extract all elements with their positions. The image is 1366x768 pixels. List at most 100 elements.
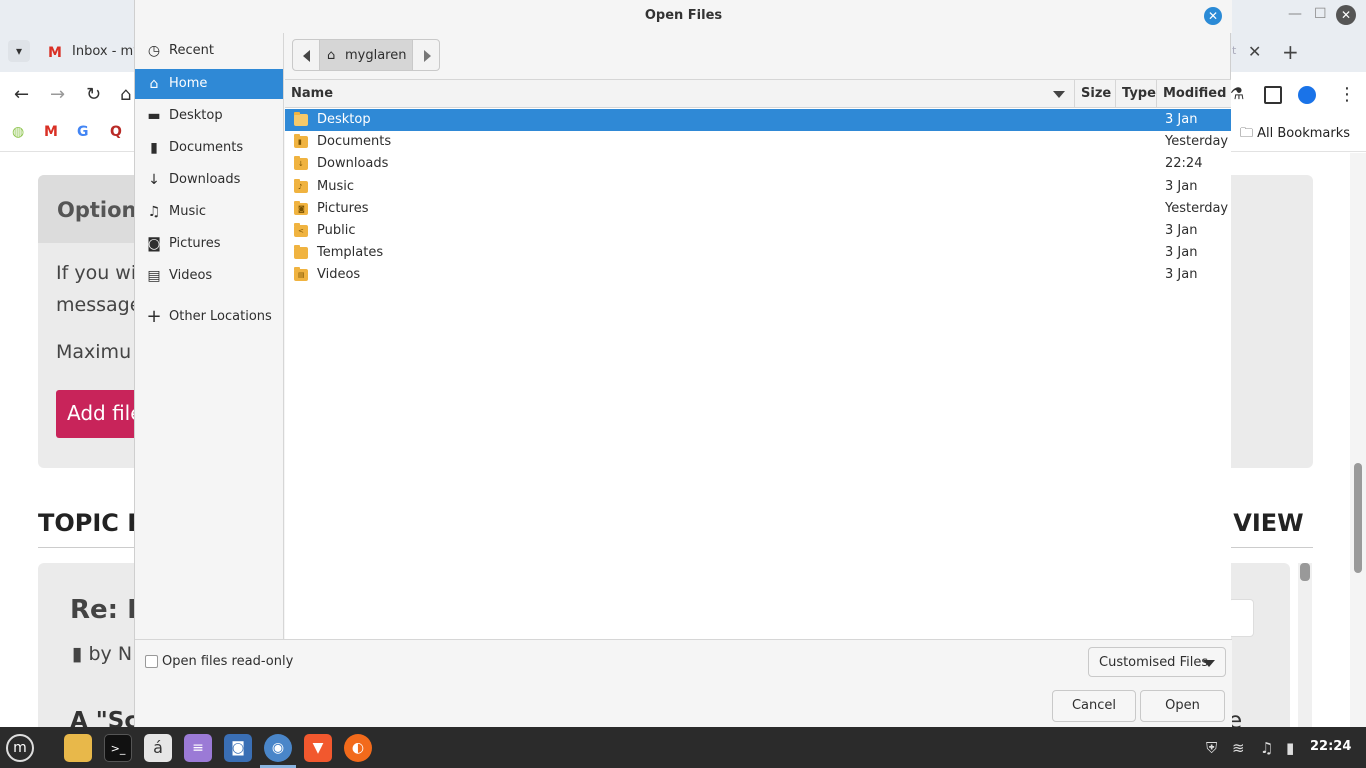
sidebar-item-videos[interactable]: ▤ Videos — [135, 261, 283, 291]
back-icon[interactable]: ← — [14, 84, 29, 105]
bookmark-mint-icon[interactable]: ◍ — [12, 124, 24, 140]
file-modified: 3 Jan — [1165, 245, 1198, 260]
folder-icon — [294, 112, 308, 126]
folder-downloads-icon: ↓ — [294, 156, 308, 170]
sidebar-item-label: Documents — [169, 140, 244, 155]
bookmark-google-icon[interactable]: G — [77, 124, 89, 140]
chevron-left-icon — [303, 50, 310, 62]
read-only-checkbox[interactable] — [145, 655, 158, 668]
file-filter-dropdown[interactable]: Customised Files — [1088, 647, 1226, 677]
page-scrollbar[interactable] — [1350, 153, 1366, 727]
path-forward-button[interactable] — [412, 39, 440, 71]
column-size-label: Size — [1081, 86, 1112, 101]
file-row-music[interactable]: ♪ Music 3 Jan — [285, 176, 1231, 198]
sidebar-item-label: Other Locations — [169, 309, 272, 324]
column-size[interactable]: Size — [1075, 80, 1116, 107]
mint-menu-icon[interactable]: m — [6, 734, 34, 762]
desktop-icon: ▬ — [147, 108, 161, 124]
file-name: Videos — [317, 267, 361, 282]
menu-icon[interactable]: ⋮ — [1338, 84, 1356, 105]
all-bookmarks-label: All Bookmarks — [1257, 126, 1351, 141]
file-name: Pictures — [317, 201, 369, 216]
shield-icon[interactable]: ⛨ — [1206, 739, 1217, 757]
file-modified: 3 Jan — [1165, 267, 1198, 282]
post-author: ▮ by N — [72, 643, 133, 665]
firefox-icon[interactable]: ◐ — [344, 734, 372, 762]
sidebar-item-pictures[interactable]: ◙ Pictures — [135, 229, 283, 259]
sidepanel-icon[interactable] — [1264, 86, 1282, 104]
text-editor-icon[interactable]: ≡ — [184, 734, 212, 762]
folder-music-icon: ♪ — [294, 179, 308, 193]
file-row-pictures[interactable]: ◙ Pictures Yesterday — [285, 198, 1231, 220]
like-button[interactable] — [1228, 599, 1254, 637]
labs-icon[interactable]: ⚗ — [1230, 84, 1244, 103]
clock[interactable]: 22:24 — [1310, 739, 1351, 754]
sidebar-item-other-locations[interactable]: + Other Locations — [135, 302, 283, 332]
sidebar-item-downloads[interactable]: ↓ Downloads — [135, 165, 283, 195]
file-row-documents[interactable]: ▮ Documents Yesterday — [285, 131, 1231, 153]
file-row-desktop[interactable]: Desktop 3 Jan — [285, 109, 1231, 131]
wifi-icon[interactable]: ≋ — [1232, 739, 1245, 757]
sidebar-item-desktop[interactable]: ▬ Desktop — [135, 101, 283, 131]
path-back-button[interactable] — [292, 39, 320, 71]
profile-icon[interactable] — [1298, 86, 1316, 104]
battery-icon[interactable]: ▮ — [1286, 739, 1294, 757]
home-nav-icon[interactable]: ⌂ — [120, 84, 131, 105]
column-modified[interactable]: Modified — [1157, 80, 1231, 107]
forward-icon[interactable]: → — [50, 84, 65, 105]
file-row-videos[interactable]: ▤ Videos 3 Jan — [285, 264, 1231, 286]
gmail-icon: M — [48, 45, 62, 61]
path-home-button[interactable]: ⌂ myglaren — [319, 39, 413, 71]
new-tab-button[interactable]: + — [1282, 40, 1299, 64]
sidebar-item-recent[interactable]: ◷ Recent — [135, 36, 283, 66]
home-icon: ⌂ — [327, 48, 336, 63]
folder-pictures-icon: ◙ — [294, 201, 308, 215]
folder-documents-icon: ▮ — [294, 134, 308, 148]
window-close-icon[interactable]: ✕ — [1336, 5, 1356, 25]
open-files-dialog: Open Files ✕ ◷ Recent ⌂ Home ▬ Desktop ▮… — [134, 0, 1232, 727]
file-name: Desktop — [317, 112, 371, 127]
dialog-title: Open Files — [644, 8, 723, 23]
open-button[interactable]: Open — [1140, 690, 1225, 722]
dialog-close-icon[interactable]: ✕ — [1204, 7, 1222, 25]
reload-icon[interactable]: ↻ — [86, 84, 101, 105]
terminal-icon[interactable]: >_ — [104, 734, 132, 762]
column-name[interactable]: Name — [285, 80, 1075, 107]
file-name: Public — [317, 223, 356, 238]
file-name: Templates — [317, 245, 384, 260]
all-bookmarks[interactable]: 🗀 All Bookmarks — [1240, 124, 1350, 146]
sidebar-item-home[interactable]: ⌂ Home — [135, 69, 283, 99]
column-modified-label: Modified — [1163, 86, 1227, 101]
column-type[interactable]: Type — [1116, 80, 1157, 107]
browser-tab-title: Inbox - my — [72, 44, 140, 59]
sidebar-item-documents[interactable]: ▮ Documents — [135, 133, 283, 163]
file-modified: Yesterday — [1165, 134, 1229, 149]
file-filter-label: Customised Files — [1099, 655, 1209, 670]
sidebar-item-music[interactable]: ♫ Music — [135, 197, 283, 227]
options-text-line2: message — [56, 294, 142, 316]
post-scrollbar[interactable] — [1298, 563, 1312, 727]
file-modified: Yesterday — [1165, 201, 1229, 216]
bookmark-gmail-icon[interactable]: M — [44, 124, 58, 140]
browser-tab-inbox[interactable]: M Inbox - my — [40, 38, 140, 68]
file-row-public[interactable]: < Public 3 Jan — [285, 220, 1231, 242]
column-type-label: Type — [1122, 86, 1156, 101]
screenshot-icon[interactable]: ◙ — [224, 734, 252, 762]
files-icon[interactable] — [64, 734, 92, 762]
chromium-icon[interactable]: ◉ — [264, 734, 292, 762]
sort-down-icon — [1053, 91, 1065, 98]
file-row-templates[interactable]: Templates 3 Jan — [285, 242, 1231, 264]
sound-icon[interactable]: ♫ — [1260, 739, 1273, 757]
character-map-icon[interactable]: á — [144, 734, 172, 762]
brave-icon[interactable]: ▼ — [304, 734, 332, 762]
tab-close-icon[interactable]: ✕ — [1248, 42, 1261, 61]
file-name: Documents — [317, 134, 392, 149]
maximize-icon[interactable]: ☐ — [1314, 6, 1327, 22]
bookmark-quora-icon[interactable]: Q — [110, 124, 122, 140]
file-row-downloads[interactable]: ↓ Downloads 22:24 — [285, 153, 1231, 175]
tab-list-button[interactable]: ▾ — [8, 40, 30, 62]
cancel-button[interactable]: Cancel — [1052, 690, 1136, 722]
download-icon: ↓ — [148, 172, 160, 188]
minimize-icon[interactable]: — — [1288, 6, 1302, 22]
read-only-label[interactable]: Open files read-only — [162, 654, 293, 669]
